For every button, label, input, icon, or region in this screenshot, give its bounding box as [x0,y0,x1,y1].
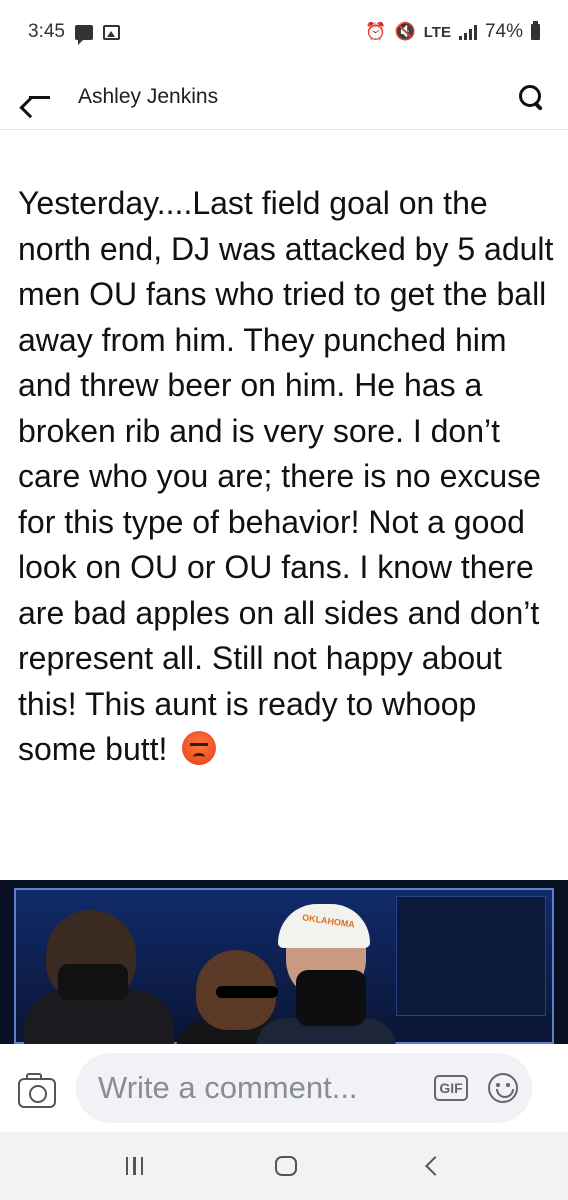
status-right: ⏰ 🔇 LTE 74% [365,21,540,43]
battery-percent: 74% [484,21,523,42]
comment-placeholder[interactable]: Write a comment... [98,1070,434,1106]
system-nav-bar [0,1132,568,1200]
camera-icon[interactable] [18,1073,56,1108]
battery-icon [531,21,540,40]
alarm-icon: ⏰ [365,22,387,41]
post-text: Yesterday....Last field goal on the nort… [18,185,554,767]
comment-bar: Write a comment... GIF [0,1044,568,1132]
app-header: Ashley Jenkins [0,64,568,130]
network-type: LTE [423,23,451,41]
message-icon [74,24,93,45]
angry-face-emoji [182,731,217,765]
person-center-glasses [216,986,278,998]
page-title[interactable]: Ashley Jenkins [78,85,218,109]
person-left-mask [58,964,128,1000]
smiley-icon[interactable] [488,1073,518,1103]
status-bar: 3:45 ⏰ 🔇 LTE 74% [0,0,568,64]
person-right-mask [296,970,366,1026]
back-arrow-icon[interactable] [26,84,52,110]
post-photo[interactable]: OKLAHOMA [0,880,568,1044]
photo-tv-frame: OKLAHOMA [14,888,554,1044]
post-body: Yesterday....Last field goal on the nort… [18,181,554,773]
clock: 3:45 [28,21,65,42]
cap-logo-text: OKLAHOMA [301,912,356,930]
search-icon[interactable] [516,82,546,112]
image-icon [102,24,120,40]
background-screen [396,896,546,1016]
status-left: 3:45 [28,21,120,45]
person-right-cap: OKLAHOMA [278,904,370,948]
comment-input[interactable]: Write a comment... GIF [76,1053,532,1123]
signal-icon [458,24,477,40]
mute-icon: 🔇 [394,22,416,41]
back-icon[interactable] [425,1156,446,1176]
gif-icon[interactable]: GIF [434,1075,468,1101]
recents-icon[interactable] [125,1157,144,1175]
home-icon[interactable] [274,1156,297,1176]
